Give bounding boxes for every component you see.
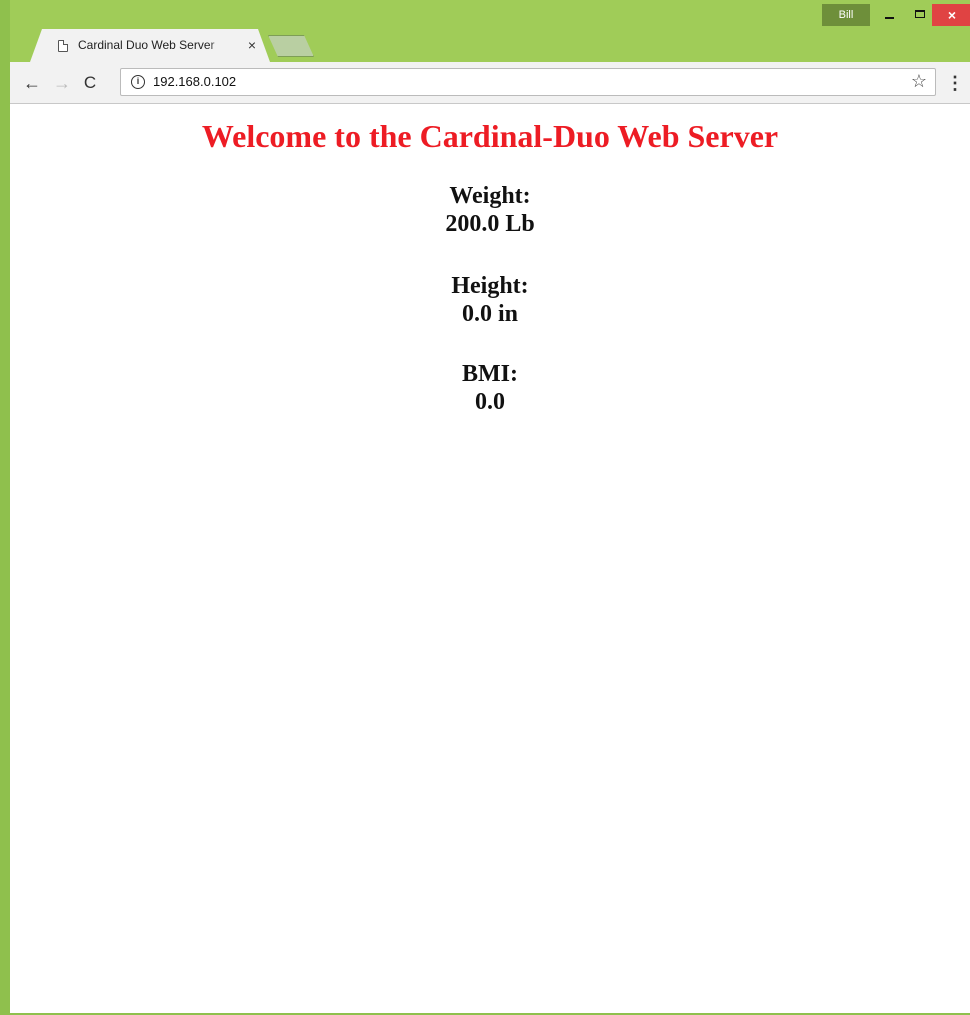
- forward-button[interactable]: →: [50, 71, 74, 95]
- bmi-label: BMI:: [462, 361, 518, 387]
- weight-value: 200.0 Lb: [445, 211, 535, 237]
- weight-section: Weight: 200.0 Lb: [10, 182, 970, 238]
- url-text[interactable]: 192.168.0.102: [153, 74, 236, 89]
- profile-button[interactable]: Bill: [822, 4, 870, 26]
- title-bar: Cardinal Duo Web Server × Bill ×: [10, 0, 970, 62]
- bmi-value: 0.0: [475, 389, 505, 415]
- reload-button[interactable]: C: [78, 71, 102, 95]
- maximize-icon: [915, 10, 925, 18]
- browser-toolbar: ← → C i 192.168.0.102 ☆ ⋮: [10, 62, 970, 104]
- bmi-section: BMI: 0.0: [10, 360, 970, 416]
- tab-cardinal-duo[interactable]: Cardinal Duo Web Server ×: [30, 29, 270, 62]
- page-content: Welcome to the Cardinal-Duo Web Server W…: [10, 104, 970, 1013]
- kebab-menu-icon[interactable]: ⋮: [946, 71, 964, 95]
- page-icon: [58, 40, 68, 52]
- close-window-button[interactable]: ×: [932, 4, 970, 26]
- back-button[interactable]: ←: [20, 71, 44, 95]
- height-value: 0.0 in: [461, 301, 518, 327]
- height-section: Height: 0.0 in: [10, 272, 970, 328]
- weight-label: Weight:: [449, 183, 531, 209]
- info-icon[interactable]: i: [131, 75, 145, 89]
- close-tab-icon[interactable]: ×: [244, 36, 260, 54]
- height-label: Height:: [451, 273, 529, 299]
- minimize-icon: [885, 17, 894, 19]
- new-tab-button[interactable]: [268, 35, 314, 57]
- tab-title: Cardinal Duo Web Server: [78, 38, 215, 52]
- page-title: Welcome to the Cardinal-Duo Web Server: [201, 118, 779, 154]
- maximize-button[interactable]: [906, 4, 934, 26]
- minimize-button[interactable]: [876, 4, 904, 26]
- address-bar[interactable]: i 192.168.0.102 ☆: [120, 68, 936, 96]
- star-icon[interactable]: ☆: [911, 71, 927, 92]
- browser-window: Cardinal Duo Web Server × Bill × ← → C i…: [0, 0, 970, 1015]
